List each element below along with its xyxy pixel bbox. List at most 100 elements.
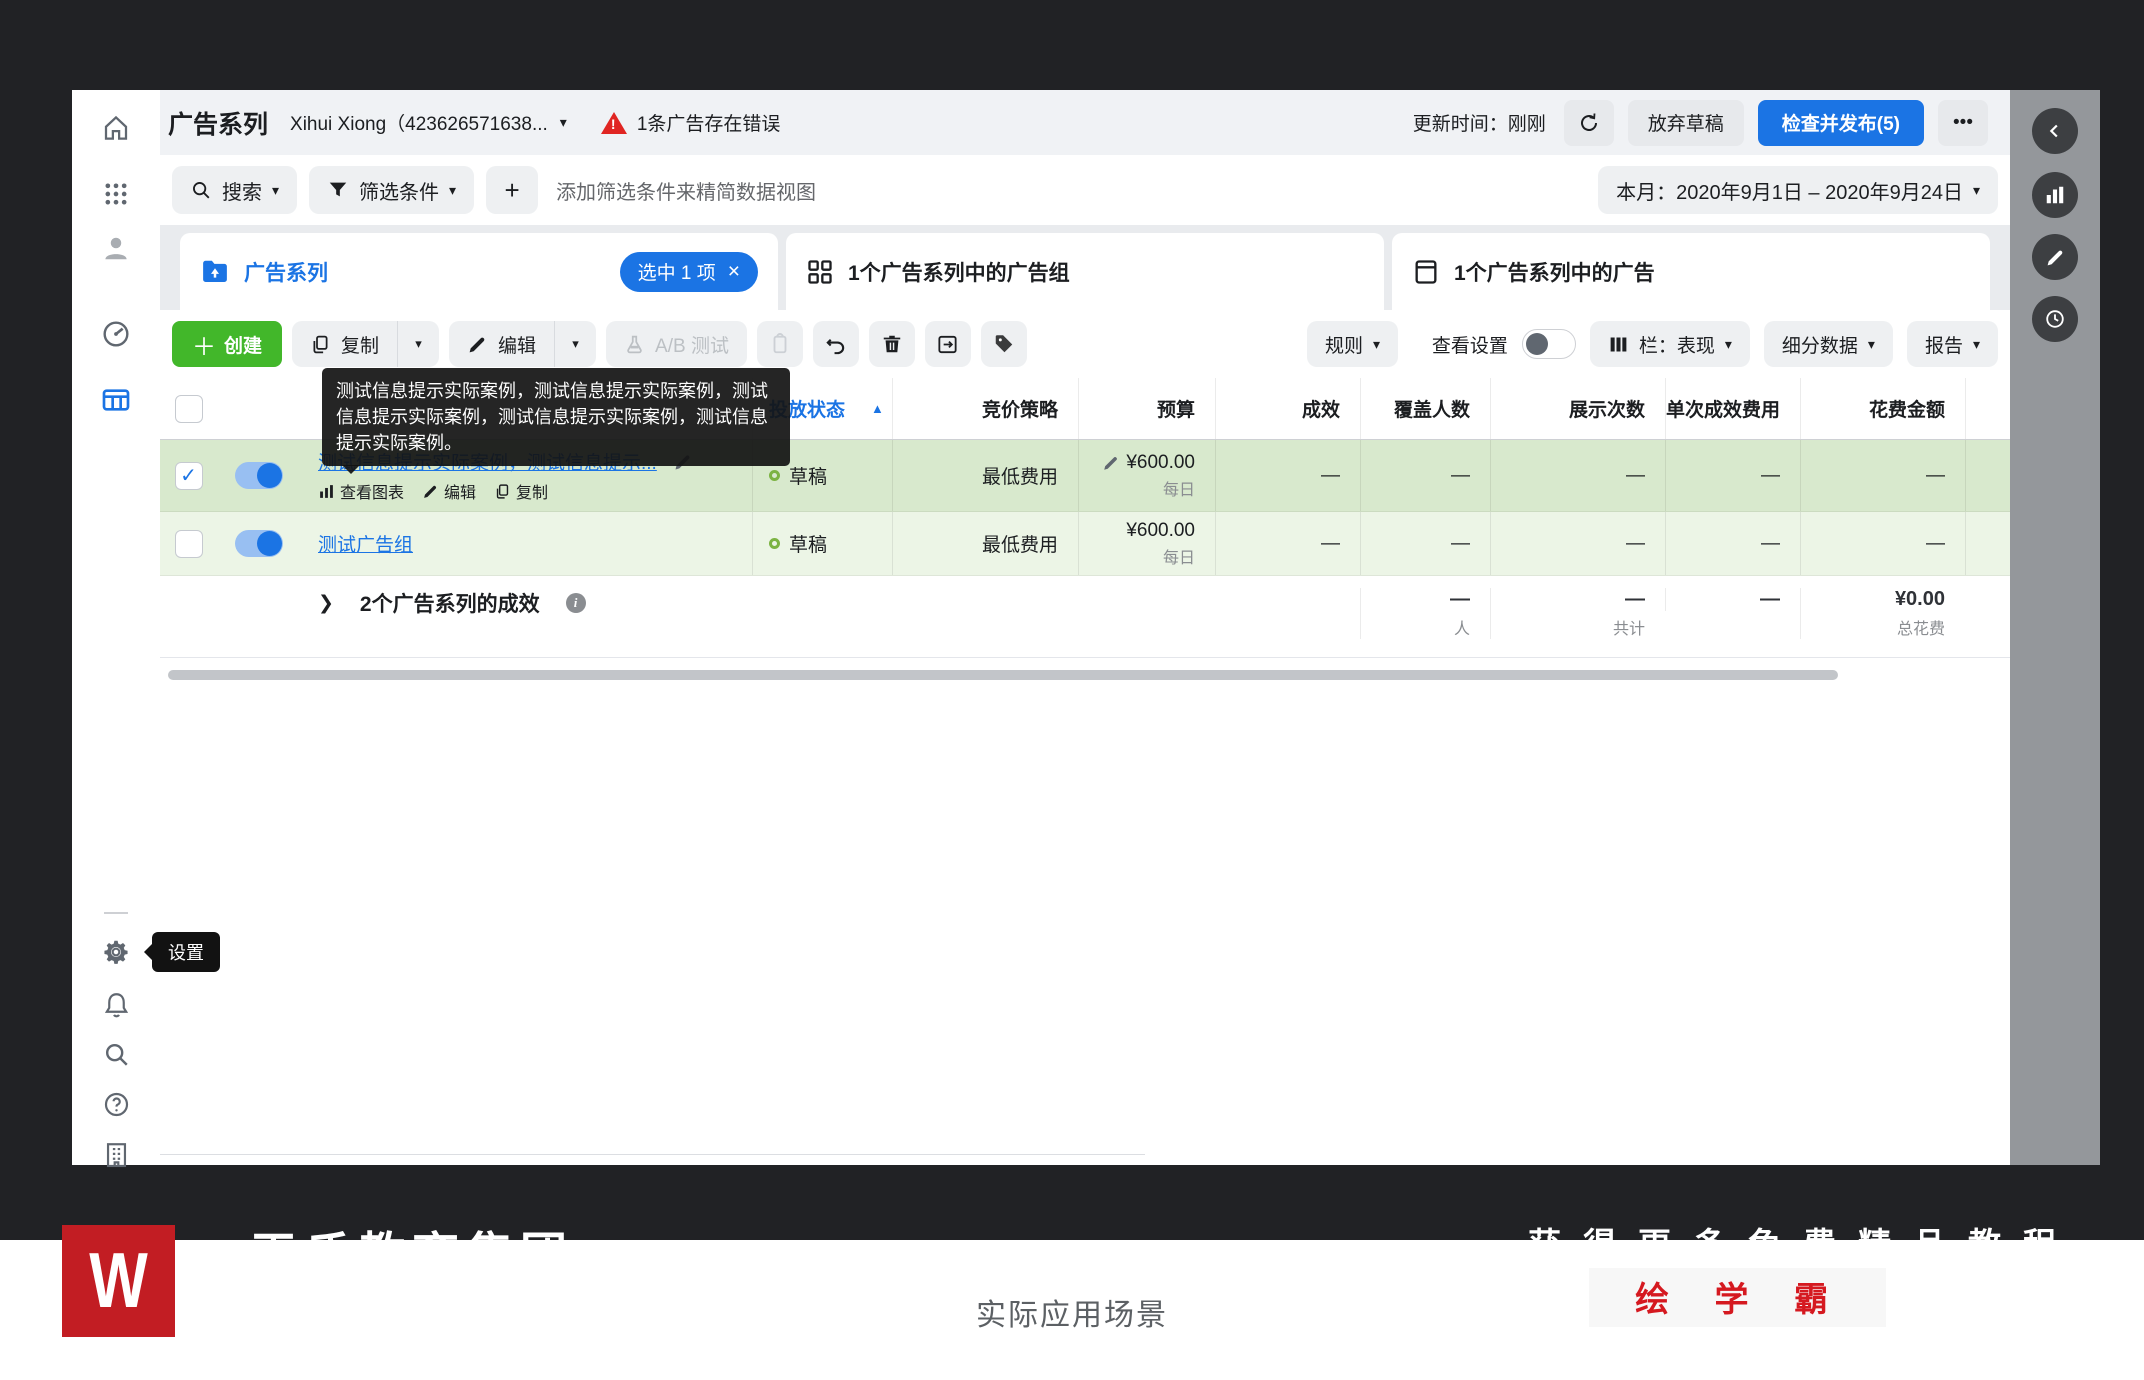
- chevron-down-icon: ▾: [1973, 336, 1980, 353]
- create-button[interactable]: ＋创建: [172, 321, 282, 367]
- budget-value: ¥600.00: [1126, 520, 1195, 542]
- expand-summary-chevron[interactable]: ❯: [318, 592, 334, 615]
- search-dropdown[interactable]: 搜索 ▾: [172, 166, 297, 214]
- results-cell: —: [1215, 440, 1360, 511]
- refresh-button[interactable]: [1564, 100, 1614, 146]
- clipboard-button-disabled[interactable]: [757, 321, 803, 367]
- review-publish-button[interactable]: 检查并发布(5): [1758, 100, 1924, 146]
- tab-campaigns[interactable]: 广告系列 选中 1 项 ×: [180, 233, 778, 310]
- ab-test-button[interactable]: A/B 测试: [606, 321, 747, 367]
- results-cell: —: [1215, 512, 1360, 575]
- watermark: 绘 学 霸: [1589, 1268, 1886, 1327]
- info-icon[interactable]: i: [566, 593, 586, 613]
- bid-column-header[interactable]: 竞价策略: [892, 378, 1078, 439]
- account-selector[interactable]: Xihui Xiong（423626571638... ▾: [290, 109, 567, 136]
- edit-menu-caret[interactable]: ▾: [554, 321, 596, 367]
- draft-status-icon: [769, 470, 780, 481]
- filters-dropdown[interactable]: 筛选条件 ▾: [309, 166, 474, 214]
- search-icon[interactable]: [96, 1034, 136, 1074]
- tab-adsets[interactable]: 1个广告系列中的广告组: [786, 233, 1384, 310]
- reach-column-header[interactable]: 覆盖人数: [1360, 378, 1490, 439]
- discard-draft-button[interactable]: 放弃草稿: [1628, 100, 1744, 146]
- results-column-header[interactable]: 成效: [1215, 378, 1360, 439]
- error-banner[interactable]: 1条广告存在错误: [601, 109, 781, 136]
- tag-button[interactable]: [981, 321, 1027, 367]
- duplicate-action[interactable]: 复制: [494, 479, 548, 503]
- selected-count-badge[interactable]: 选中 1 项 ×: [620, 252, 758, 292]
- edit-button[interactable]: 编辑: [449, 321, 554, 367]
- tab-ads[interactable]: 1个广告系列中的广告: [1392, 233, 1990, 310]
- view-settings-toggle[interactable]: [1522, 329, 1576, 359]
- rules-dropdown[interactable]: 规则 ▾: [1307, 321, 1398, 367]
- row-checkbox[interactable]: [175, 530, 203, 558]
- breakdown-dropdown[interactable]: 细分数据 ▾: [1764, 321, 1893, 367]
- campaign-name-link[interactable]: 测试广告组: [318, 530, 413, 557]
- spend-column-header[interactable]: 花费金额: [1800, 378, 1965, 439]
- collapse-chevron-button[interactable]: [2032, 108, 2078, 154]
- date-range-picker[interactable]: 本月：2020年9月1日 – 2020年9月24日 ▾: [1598, 166, 1998, 214]
- history-clock-button[interactable]: [2032, 296, 2078, 342]
- summary-cost-cell: —: [1665, 588, 1800, 611]
- charts-button[interactable]: [2032, 172, 2078, 218]
- duplicate-label: 复制: [341, 331, 379, 358]
- ads-manager-gauge-icon[interactable]: [96, 314, 136, 354]
- columns-dropdown[interactable]: 栏：表现 ▾: [1590, 321, 1750, 367]
- filter-placeholder[interactable]: 添加筛选条件来精简数据视图: [556, 176, 1586, 205]
- budget-cell: ¥600.00 每日: [1078, 512, 1215, 575]
- cost-cell: —: [1665, 440, 1800, 511]
- edit-panel-button[interactable]: [2032, 234, 2078, 280]
- report-dropdown[interactable]: 报告 ▾: [1907, 321, 1998, 367]
- summary-impressions-cell: —共计: [1490, 588, 1665, 639]
- create-label: 创建: [224, 331, 262, 358]
- more-options-button[interactable]: •••: [1938, 100, 1988, 146]
- columns-label: 栏：表现: [1639, 331, 1715, 358]
- add-filter-button[interactable]: +: [486, 166, 538, 214]
- ads-manager-window: 广告系列 Xihui Xiong（423626571638... ▾ 1条广告存…: [72, 90, 2100, 1165]
- help-icon[interactable]: [96, 1084, 136, 1124]
- left-nav-rail: [72, 90, 160, 1165]
- edit-action[interactable]: 编辑: [422, 479, 476, 503]
- status-text: 草稿: [789, 530, 827, 557]
- account-name: Xihui Xiong（423626571638...: [290, 109, 548, 136]
- export-button[interactable]: [925, 321, 971, 367]
- notifications-bell-icon[interactable]: [96, 984, 136, 1024]
- summary-row: ❯ 2个广告系列的成效 i —人 —共计: [160, 576, 2010, 658]
- warning-icon: [601, 112, 627, 134]
- cost-column-header[interactable]: 单次成效费用: [1665, 378, 1800, 439]
- home-icon[interactable]: [96, 108, 136, 148]
- undo-button[interactable]: [813, 321, 859, 367]
- toolbar-right: 查看设置 栏：表现 ▾ 细分数据 ▾ 报告 ▾: [1432, 321, 1998, 367]
- row-checkbox[interactable]: ✓: [175, 462, 203, 490]
- view-settings-label: 查看设置: [1432, 331, 1508, 358]
- updated-time: 更新时间：刚刚: [1413, 109, 1546, 136]
- settings-gear-icon[interactable]: [96, 932, 136, 972]
- edit-action-label: 编辑: [444, 479, 476, 503]
- chevron-down-icon: ▾: [272, 182, 279, 199]
- view-charts-action[interactable]: 查看图表: [318, 479, 404, 503]
- budget-column-header[interactable]: 预算: [1078, 378, 1215, 439]
- campaign-active-toggle[interactable]: [235, 530, 283, 557]
- account-person-icon[interactable]: [96, 228, 136, 268]
- edit-label: 编辑: [498, 331, 536, 358]
- breakdown-label: 细分数据: [1782, 331, 1858, 358]
- impressions-column-header[interactable]: 展示次数: [1490, 378, 1665, 439]
- duplicate-button[interactable]: 复制: [292, 321, 397, 367]
- select-all-checkbox[interactable]: [175, 395, 203, 423]
- edit-budget-pencil-icon[interactable]: [1102, 454, 1120, 472]
- duplicate-menu-caret[interactable]: ▾: [397, 321, 439, 367]
- next-column-sliver: [1965, 378, 2010, 439]
- apps-grid-icon[interactable]: [96, 174, 136, 214]
- video-frame: 王氏教育集团 获得更多免费精品教程 W 实际应用场景 绘 学 霸: [0, 0, 2144, 1380]
- business-building-icon[interactable]: [96, 1134, 136, 1174]
- horizontal-scrollbar[interactable]: [168, 670, 1838, 680]
- chevron-down-icon: ▾: [560, 114, 567, 131]
- reach-cell: —: [1360, 440, 1490, 511]
- toggle-column-header: [217, 378, 300, 439]
- tab-adsets-label: 1个广告系列中的广告组: [848, 257, 1070, 287]
- clear-selection-icon[interactable]: ×: [728, 260, 740, 284]
- rules-label: 规则: [1325, 331, 1363, 358]
- campaign-active-toggle[interactable]: [235, 462, 283, 489]
- campaigns-table-icon[interactable]: [96, 380, 136, 420]
- delete-trash-button[interactable]: [869, 321, 915, 367]
- reach-cell: —: [1360, 512, 1490, 575]
